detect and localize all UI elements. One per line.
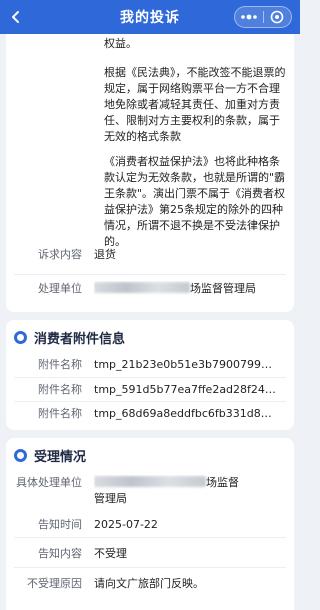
reject-reason-label: 不受理原因 xyxy=(27,577,82,590)
acceptance-title-text: 受理情况 xyxy=(34,449,87,465)
page: 权益。 根据《民法典》，不能改签不能退票的规定，属于网络购票平台一方不合理地免除… xyxy=(0,0,300,610)
attachment-file-link[interactable]: tmp_591d5b77ea7ffe2ad28f24c08a3f4... xyxy=(94,382,276,402)
more-button[interactable] xyxy=(235,7,263,27)
notify-time-row: 告知时间 2025-07-22 xyxy=(6,512,294,538)
target-close-icon xyxy=(270,10,284,24)
back-button[interactable] xyxy=(6,7,26,27)
reject-reason-row: 不受理原因 请向文广旅部门反映。 xyxy=(6,568,294,598)
complaint-detail-card: 权益。 根据《民法典》，不能改签不能退票的规定，属于网络购票平台一方不合理地免除… xyxy=(6,20,294,312)
specific-unit-value: 场监督 管理局 xyxy=(94,475,276,512)
request-value: 退货 xyxy=(94,248,116,261)
redacted-text xyxy=(94,476,206,487)
handling-unit-row: 处理单位 场监督管理局 xyxy=(6,281,294,305)
notify-content-value: 不受理 xyxy=(94,547,127,560)
complaint-paragraph-2: 《消费者权益保护法》也将此种格条款认定为无效条款，也就是所谓的"霸王条款"。演出… xyxy=(104,155,286,248)
attachment-file-link[interactable]: tmp_68d69a8eddfbc6fb331d80d9c4d6... xyxy=(94,406,276,426)
attachments-title: 消费者附件信息 xyxy=(6,320,294,354)
handling-unit-label: 处理单位 xyxy=(38,282,82,295)
section-dot-icon xyxy=(14,448,27,462)
page-title: 我的投诉 xyxy=(120,10,180,26)
close-button[interactable] xyxy=(264,7,292,27)
handling-unit-visible-text: 场监督管理局 xyxy=(190,282,256,295)
section-dot-icon xyxy=(14,330,27,344)
attachments-card: 消费者附件信息 附件名称 tmp_21b23e0b51e3b7900799b80… xyxy=(6,320,294,430)
acceptance-title: 受理情况 xyxy=(6,438,294,472)
specific-unit-row: 具体处理单位 场监督 管理局 xyxy=(6,472,294,512)
row-divider xyxy=(14,274,286,275)
mini-program-capsule xyxy=(234,6,292,28)
nav-header: 我的投诉 xyxy=(0,0,300,34)
specific-unit-visible-text: 场监督 xyxy=(206,476,239,489)
redacted-text xyxy=(94,282,190,293)
specific-unit-line2: 管理局 xyxy=(94,492,127,505)
specific-unit-label: 具体处理单位 xyxy=(16,476,82,489)
attachment-row[interactable]: 附件名称 tmp_21b23e0b51e3b7900799b806a8a... xyxy=(6,354,294,378)
handling-unit-value: 场监督管理局 xyxy=(94,281,276,305)
request-label: 诉求内容 xyxy=(38,248,82,261)
attachment-label: 附件名称 xyxy=(38,407,82,420)
notify-content-row: 告知内容 不受理 xyxy=(6,538,294,568)
complaint-text-tail: 权益。 xyxy=(104,37,137,50)
reject-reason-value: 请向文广旅部门反映。 xyxy=(94,577,204,590)
complaint-paragraph-1: 根据《民法典》，不能改签不能退票的规定，属于网络购票平台一方不合理地免除或者减轻… xyxy=(104,66,286,143)
attachment-label: 附件名称 xyxy=(38,383,82,396)
attachments-title-text: 消费者附件信息 xyxy=(34,331,126,347)
request-row: 诉求内容 退货 xyxy=(6,247,294,275)
attachment-file-link[interactable]: tmp_21b23e0b51e3b7900799b806a8a... xyxy=(94,357,276,378)
acceptance-card: 受理情况 具体处理单位 场监督 管理局 告知时间 2025-07-22 告知内容… xyxy=(6,438,294,610)
notify-content-label: 告知内容 xyxy=(38,547,82,560)
attachment-row[interactable]: 附件名称 tmp_591d5b77ea7ffe2ad28f24c08a3f4..… xyxy=(6,378,294,402)
attachment-label: 附件名称 xyxy=(38,358,82,371)
notify-time-label: 告知时间 xyxy=(38,518,82,531)
chevron-left-icon xyxy=(12,11,19,23)
notify-time-value: 2025-07-22 xyxy=(94,518,158,531)
more-dots-icon xyxy=(240,14,257,20)
attachment-row[interactable]: 附件名称 tmp_68d69a8eddfbc6fb331d80d9c4d6... xyxy=(6,402,294,426)
